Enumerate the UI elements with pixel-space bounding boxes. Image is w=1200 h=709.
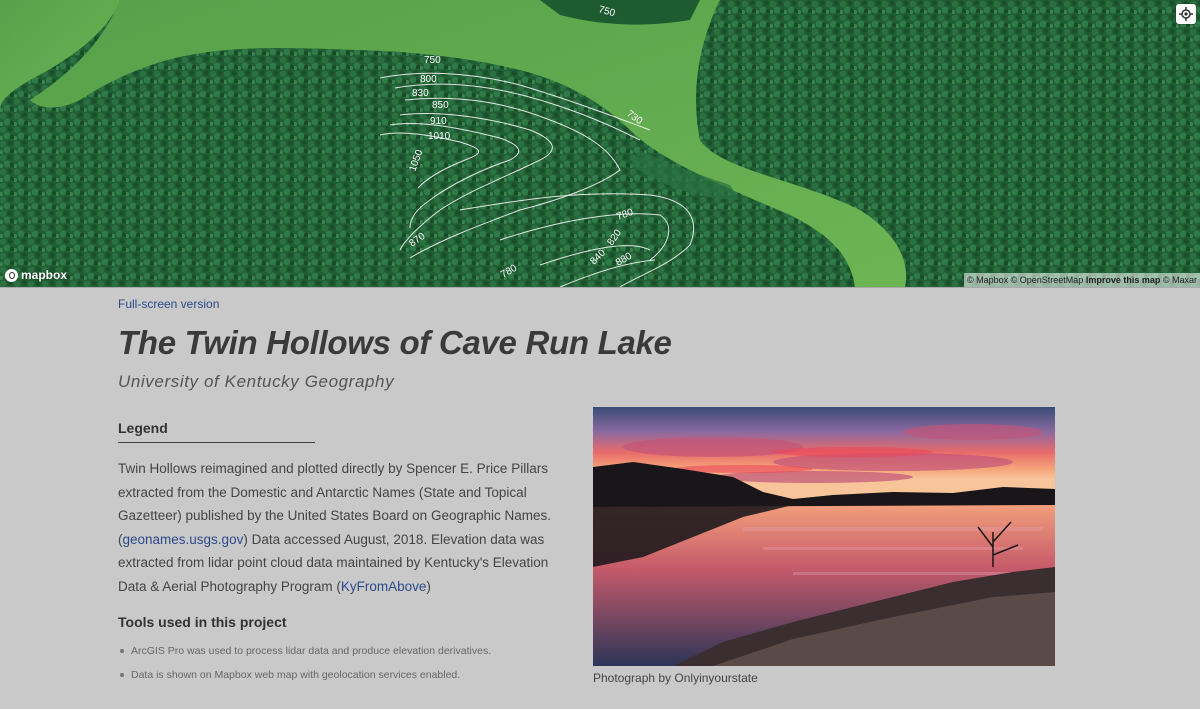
lake-sunset-photo <box>593 407 1055 666</box>
list-item: Data is shown on Mapbox web map with geo… <box>118 668 491 692</box>
list-item: ArcGIS Pro was used to process lidar dat… <box>118 644 491 668</box>
contour-label: 1010 <box>428 131 451 142</box>
mapbox-logo-text: mapbox <box>21 268 68 282</box>
photo-caption: Photograph by Onlyinyourstate <box>593 671 758 685</box>
attribution-mapbox-link[interactable]: © Mapbox <box>967 275 1008 285</box>
kyfromabove-link[interactable]: KyFromAbove <box>341 579 427 594</box>
fullscreen-link[interactable]: Full-screen version <box>118 297 219 311</box>
legend-text-part: ) <box>426 578 431 594</box>
contour-label: 750 <box>424 55 441 66</box>
map-view[interactable]: 750 750 800 830 850 910 1010 1050 730 87… <box>0 0 1200 287</box>
legend-description: Twin Hollows reimagined and plotted dire… <box>118 457 580 598</box>
attribution-osm-link[interactable]: © OpenStreetMap <box>1011 275 1084 285</box>
map-attribution: © Mapbox © OpenStreetMap Improve this ma… <box>963 273 1200 287</box>
improve-map-link[interactable]: Improve this map <box>1086 275 1161 285</box>
contour-label: 800 <box>420 74 437 85</box>
geonames-link[interactable]: geonames.usgs.gov <box>123 532 244 547</box>
crosshair-icon <box>1179 7 1193 21</box>
mapbox-logo[interactable]: mapbox <box>5 268 67 282</box>
satellite-terrain: 750 750 800 830 850 910 1010 1050 730 87… <box>0 0 1200 287</box>
page-subtitle: University of Kentucky Geography <box>118 372 395 391</box>
tools-list: ArcGIS Pro was used to process lidar dat… <box>118 644 491 692</box>
contour-label: 850 <box>432 100 449 111</box>
mapbox-icon <box>5 268 18 282</box>
attribution-maxar-link[interactable]: © Maxar <box>1163 275 1197 285</box>
contour-label: 910 <box>430 116 447 127</box>
legend-heading: Legend <box>118 420 168 436</box>
contour-label: 830 <box>412 88 429 99</box>
page-title: The Twin Hollows of Cave Run Lake <box>118 324 672 361</box>
story-content: Full-screen version The Twin Hollows of … <box>0 287 1200 709</box>
geolocate-button[interactable] <box>1176 4 1196 24</box>
tools-heading: Tools used in this project <box>118 614 287 630</box>
legend-divider <box>118 442 315 443</box>
